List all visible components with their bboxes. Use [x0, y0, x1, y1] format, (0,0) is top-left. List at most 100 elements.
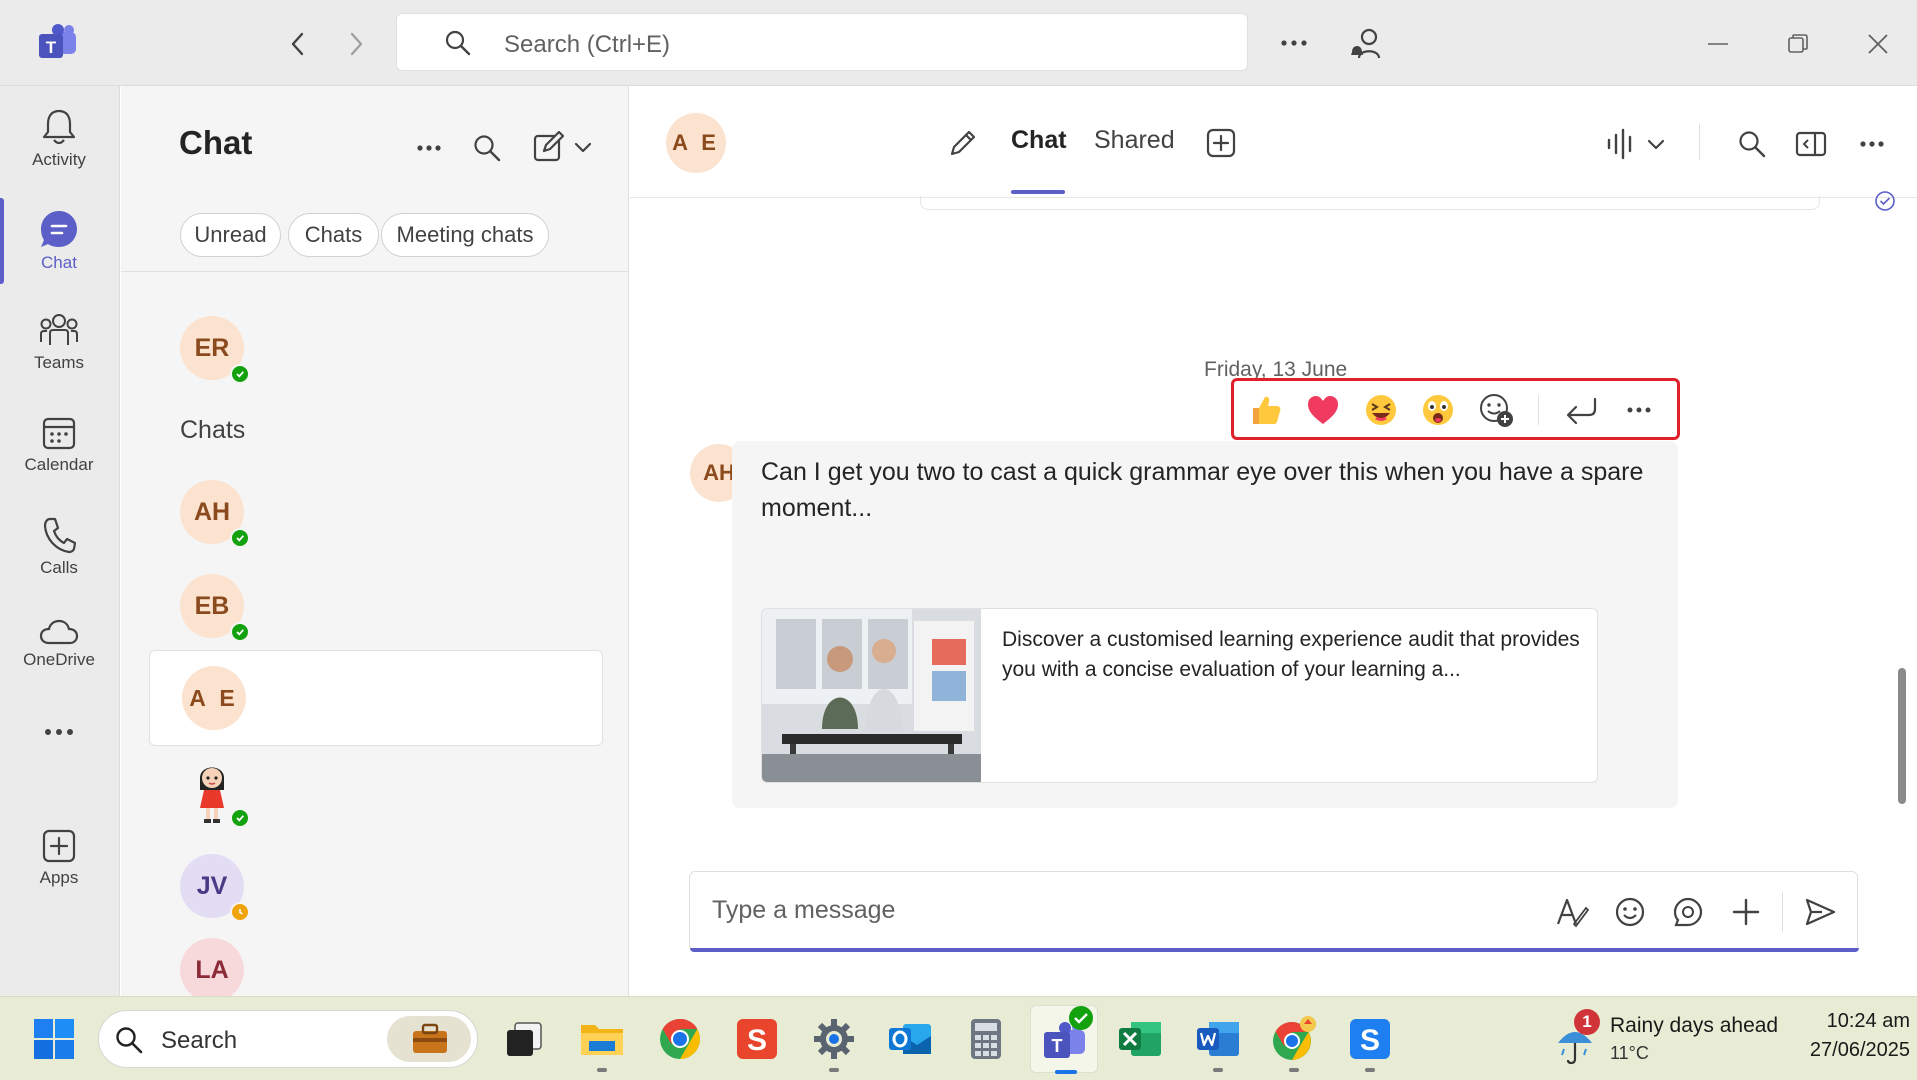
search-input[interactable]: Search (Ctrl+E) — [396, 13, 1248, 71]
reaction-bar — [1231, 378, 1680, 440]
running-indicator — [597, 1068, 607, 1072]
previous-message-card — [920, 196, 1820, 210]
heart-icon[interactable] — [1303, 390, 1343, 430]
chat-search-button[interactable] — [467, 128, 507, 168]
conversation-avatar[interactable]: A E — [666, 113, 726, 173]
teams-logo-icon[interactable]: T — [34, 22, 82, 66]
person-bell-icon — [1351, 28, 1381, 59]
conversation-more-button[interactable] — [1852, 124, 1892, 164]
close-button[interactable] — [1858, 24, 1898, 64]
chat-list-more-button[interactable] — [409, 130, 449, 166]
new-chat-button[interactable] — [529, 126, 599, 168]
format-button[interactable] — [1552, 892, 1592, 932]
tab-shared[interactable]: Shared — [1094, 126, 1175, 155]
link-preview-card[interactable]: Discover a customised learning experienc… — [761, 608, 1598, 783]
rail-more-apps-button[interactable] — [0, 702, 118, 762]
call-button[interactable] — [1602, 122, 1674, 166]
link-preview-description: Discover a customised learning experienc… — [1002, 628, 1580, 681]
page-title: Chat — [179, 124, 253, 161]
conversation-search-button[interactable] — [1732, 124, 1772, 164]
rail-item-apps[interactable]: Apps — [0, 810, 118, 906]
list-item-selected[interactable]: A E — [149, 650, 603, 746]
filter-chats[interactable]: Chats — [288, 213, 379, 257]
conversation-header: A E Chat Shared — [630, 86, 1917, 198]
message-input[interactable]: Type a message — [712, 896, 895, 925]
list-item[interactable] — [147, 750, 607, 840]
snagit-icon[interactable]: S — [731, 1013, 783, 1065]
plus-square-icon — [1206, 128, 1236, 158]
avatar: LA — [180, 938, 244, 996]
laughing-face-icon[interactable] — [1361, 390, 1401, 430]
add-reaction-icon[interactable] — [1476, 390, 1516, 430]
message-bubble[interactable]: Can I get you two to cast a quick gramma… — [732, 441, 1678, 808]
excel-icon[interactable] — [1114, 1013, 1166, 1065]
list-item[interactable]: ER — [147, 304, 607, 394]
chat-list-pane: Chat Unread Chats Meeting chats ER Chats… — [121, 86, 629, 996]
taskbar-search-label: Search — [161, 1027, 238, 1054]
running-indicator — [829, 1068, 839, 1072]
svg-text:T: T — [46, 38, 57, 57]
chrome-profile-icon[interactable] — [1268, 1013, 1320, 1065]
rail-item-chat[interactable]: Chat — [0, 193, 118, 289]
system-clock[interactable]: 10:24 am 27/06/2025 — [1774, 1009, 1910, 1069]
conversation-body: Friday, 13 June AH Can I get you two to … — [630, 191, 1917, 996]
snagit-editor-icon[interactable]: S — [1344, 1013, 1396, 1065]
more-options-button[interactable] — [1274, 22, 1314, 64]
weather-widget[interactable]: 1 Rainy days ahead 11°C — [1552, 1007, 1778, 1071]
running-indicator — [1289, 1068, 1299, 1072]
back-button[interactable] — [280, 24, 316, 64]
close-icon — [1868, 34, 1888, 54]
divider — [1538, 395, 1539, 425]
word-icon[interactable] — [1192, 1013, 1244, 1065]
rail-item-teams[interactable]: Teams — [0, 295, 118, 391]
send-button[interactable] — [1798, 892, 1842, 932]
file-explorer-icon[interactable] — [576, 1013, 628, 1065]
thumbs-up-icon[interactable] — [1246, 390, 1286, 430]
edit-topic-button[interactable] — [943, 123, 983, 163]
add-tab-button[interactable] — [1202, 124, 1240, 162]
calculator-icon[interactable] — [960, 1013, 1012, 1065]
loop-button[interactable] — [1668, 892, 1708, 932]
people-group-icon — [40, 314, 78, 345]
notification-badge: 1 — [1574, 1009, 1600, 1035]
minimize-button[interactable] — [1698, 26, 1738, 62]
list-item[interactable]: EB — [147, 568, 607, 648]
rail-item-onedrive[interactable]: OneDrive — [0, 596, 118, 692]
teams-active-tile[interactable]: T — [1030, 1005, 1098, 1074]
more-icon[interactable] — [1619, 390, 1659, 430]
reply-icon[interactable] — [1561, 390, 1601, 430]
rail-item-activity[interactable]: Activity — [0, 91, 118, 187]
message-text: Can I get you two to cast a quick gramma… — [761, 458, 1644, 522]
rail-item-calendar[interactable]: Calendar — [0, 397, 118, 493]
start-button[interactable] — [28, 1013, 80, 1065]
compose-box[interactable]: Type a message — [689, 871, 1859, 952]
taskbar-search[interactable]: Search — [98, 1010, 478, 1068]
rail-label: Activity — [32, 150, 86, 169]
ellipsis-icon — [45, 729, 73, 735]
side-panel-button[interactable] — [1790, 124, 1832, 164]
divider — [121, 271, 629, 272]
attach-button[interactable] — [1726, 892, 1766, 932]
filter-meeting-chats[interactable]: Meeting chats — [381, 213, 549, 257]
profile-button[interactable] — [1344, 22, 1388, 66]
rail-item-calls[interactable]: Calls — [0, 499, 118, 595]
tab-chat[interactable]: Chat — [1011, 126, 1067, 155]
scrollbar[interactable] — [1898, 668, 1906, 804]
settings-gear-icon[interactable] — [808, 1013, 860, 1065]
audio-wave-icon — [1607, 128, 1665, 160]
presence-available-icon — [230, 364, 250, 384]
task-view-icon[interactable] — [498, 1013, 550, 1065]
emoji-button[interactable] — [1610, 892, 1650, 932]
list-item[interactable]: LA — [147, 938, 607, 996]
list-item[interactable]: AH — [147, 474, 607, 564]
surprised-face-icon[interactable] — [1418, 390, 1458, 430]
filter-unread[interactable]: Unread — [180, 213, 281, 257]
list-item[interactable]: JV — [147, 846, 607, 930]
presence-available-icon — [230, 622, 250, 642]
restore-button[interactable] — [1778, 24, 1818, 64]
chrome-icon[interactable] — [654, 1013, 706, 1065]
outlook-icon[interactable] — [884, 1013, 936, 1065]
search-placeholder: Search (Ctrl+E) — [504, 31, 671, 58]
forward-button[interactable] — [338, 24, 374, 64]
avatar: A E — [182, 666, 246, 730]
